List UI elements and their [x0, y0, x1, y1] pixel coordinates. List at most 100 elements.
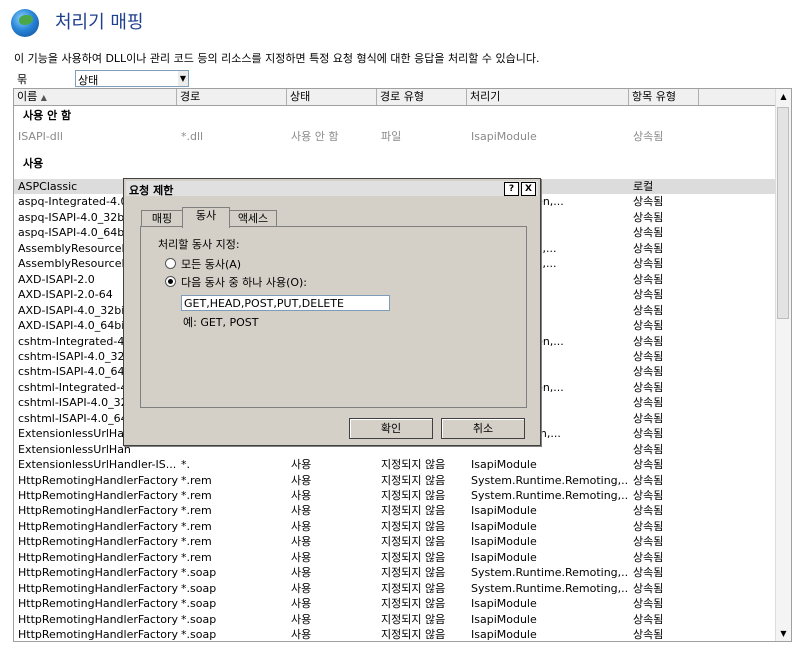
table-cell: HttpRemotingHandlerFactory,... [18, 535, 178, 549]
table-cell: HttpRemotingHandlerFactory,... [18, 597, 178, 611]
table-row[interactable]: HttpRemotingHandlerFactory,... *.rem 사용 지정되… [14, 503, 776, 518]
chevron-down-icon[interactable]: ▼ [178, 71, 188, 86]
tab-mapping[interactable]: 매핑 [141, 210, 183, 227]
table-cell: 상속됨 [633, 458, 664, 472]
radio-one-of-verbs-label[interactable]: 다음 동사 중 하나 사용(O): [181, 274, 307, 290]
table-cell: *.rem [181, 489, 212, 502]
group-header-disabled: 사용 안 함 [23, 109, 72, 122]
table-cell: System.Runtime.Remoting,... [471, 473, 629, 487]
table-cell: 상속됨 [633, 130, 664, 143]
vertical-scrollbar[interactable]: ▲ ▼ [775, 89, 791, 641]
column-header-state[interactable]: 상태 [287, 89, 377, 105]
table-cell: 사용 [291, 489, 312, 502]
close-button[interactable]: X [521, 182, 536, 196]
scroll-thumb[interactable] [777, 107, 789, 319]
page-description: 이 기능을 사용하여 DLL이나 관리 코드 등의 리소스를 지정하면 특정 요… [14, 52, 540, 65]
request-restrictions-dialog: 요청 제한 ? X 매핑 동사 액세스 처리할 동사 지정: 모든 동사(A) … [123, 178, 541, 446]
table-row[interactable]: ExtensionlessUrlHandler-IS... *. 사용 지정되지 않음… [14, 457, 776, 472]
table-cell: 상속됨 [633, 519, 664, 533]
help-button[interactable]: ? [504, 182, 519, 196]
table-cell: 상속됨 [633, 504, 664, 518]
table-cell: 사용 [291, 597, 312, 611]
column-header-entry-type[interactable]: 항목 유형 [629, 89, 699, 105]
table-cell: 사용 안 함 [291, 130, 339, 143]
table-row[interactable]: HttpRemotingHandlerFactory,... *.soap 사용 지정… [14, 612, 776, 627]
table-row[interactable]: ISAPI-dll *.dll 사용 안 함 파일 IsapiModule 상속됨 [14, 129, 776, 144]
table-cell: 사용 [291, 628, 312, 642]
table-cell: 상속됨 [633, 535, 664, 549]
table-cell: 상속됨 [633, 195, 664, 209]
table-cell: 사용 [291, 473, 312, 487]
table-cell: 파일 [381, 130, 402, 143]
table-row[interactable]: HttpRemotingHandlerFactory,... *.soap 사용 지정… [14, 627, 776, 642]
column-header-name[interactable]: 이름 ▲ [14, 89, 177, 105]
table-row[interactable]: HttpRemotingHandlerFactory,... *.soap 사용 지정… [14, 596, 776, 611]
verbs-input[interactable]: GET,HEAD,POST,PUT,DELETE [181, 295, 390, 311]
table-cell: 지정되지 않음 [381, 581, 446, 595]
sort-asc-icon: ▲ [40, 93, 47, 102]
cancel-button[interactable]: 취소 [441, 418, 525, 439]
table-cell: 로컬 [633, 180, 654, 193]
table-cell: 지정되지 않음 [381, 566, 446, 580]
table-cell: 사용 [291, 458, 312, 472]
table-cell: HttpRemotingHandlerFactory,... [18, 489, 178, 502]
radio-all-verbs[interactable] [165, 258, 176, 269]
table-row[interactable]: HttpRemotingHandlerFactory,... *.soap 사용 지정… [14, 581, 776, 596]
table-cell: 상속됨 [633, 210, 664, 224]
table-cell: *.rem [181, 535, 212, 549]
radio-one-of-verbs[interactable] [165, 276, 176, 287]
table-cell: HttpRemotingHandlerFactory,... [18, 519, 178, 533]
group-by-value: 상태 [78, 74, 99, 87]
table-cell: *.soap [181, 612, 217, 626]
column-header-path[interactable]: 경로 [177, 89, 287, 105]
tab-access[interactable]: 액세스 [229, 210, 277, 227]
table-cell: HttpRemotingHandlerFactory,... [18, 473, 178, 487]
table-cell: *.soap [181, 581, 217, 595]
dialog-titlebar: 요청 제한 ? X [126, 181, 538, 197]
table-cell: *.rem [181, 473, 212, 487]
table-cell: 상속됨 [633, 288, 664, 302]
table-cell: IsapiModule [471, 458, 537, 472]
scroll-down-icon[interactable]: ▼ [776, 626, 791, 641]
table-cell: 상속됨 [633, 396, 664, 410]
verbs-example: 예: GET, POST [183, 316, 259, 329]
table-cell: 상속됨 [633, 226, 664, 240]
table-cell: 상속됨 [633, 365, 664, 379]
table-cell: 상속됨 [633, 272, 664, 286]
table-cell: IsapiModule [471, 597, 537, 611]
table-cell: 상속됨 [633, 241, 664, 255]
column-header-path-type[interactable]: 경로 유형 [377, 89, 467, 105]
table-cell: *.rem [181, 550, 212, 564]
table-cell: HttpRemotingHandlerFactory,... [18, 566, 178, 580]
tab-verbs[interactable]: 동사 [182, 207, 230, 228]
globe-icon [11, 9, 39, 37]
table-row[interactable]: HttpRemotingHandlerFactory,... *.rem 사용 지정되… [14, 534, 776, 549]
table-cell: 사용 [291, 612, 312, 626]
table-row[interactable]: HttpRemotingHandlerFactory,... *.rem 사용 지정되… [14, 550, 776, 565]
grid-header: 이름 ▲ 경로 상태 경로 유형 처리기 항목 유형 [14, 89, 776, 106]
table-cell: 상속됨 [633, 427, 664, 441]
table-cell: 상속됨 [633, 380, 664, 394]
table-cell: 지정되지 않음 [381, 473, 446, 487]
table-cell: 사용 [291, 550, 312, 564]
table-row[interactable]: HttpRemotingHandlerFactory,... *.soap 사용 지정… [14, 565, 776, 580]
table-cell: IsapiModule [471, 519, 537, 533]
group-by-select[interactable]: 상태 ▼ [75, 70, 189, 87]
ok-button[interactable]: 확인 [349, 418, 433, 439]
table-cell: IsapiModule [471, 130, 537, 143]
table-cell: System.Runtime.Remoting,... [471, 489, 629, 502]
radio-all-verbs-label[interactable]: 모든 동사(A) [181, 256, 241, 272]
table-row[interactable]: HttpRemotingHandlerFactory,... *.rem 사용 지정되… [14, 488, 776, 503]
scroll-up-icon[interactable]: ▲ [776, 89, 791, 104]
table-cell: ISAPI-dll [18, 130, 63, 143]
table-row[interactable]: HttpRemotingHandlerFactory,... *.rem 사용 지정되… [14, 473, 776, 488]
table-cell: 지정되지 않음 [381, 628, 446, 642]
table-cell: *.soap [181, 628, 217, 642]
verbs-panel: 처리할 동사 지정: 모든 동사(A) 다음 동사 중 하나 사용(O): GE… [140, 226, 527, 408]
table-cell: 상속됨 [633, 473, 664, 487]
table-cell: 사용 [291, 504, 312, 518]
page-header: 처리기 매핑 [0, 0, 800, 46]
column-header-handler[interactable]: 처리기 [467, 89, 629, 105]
table-cell: HttpRemotingHandlerFactory,... [18, 504, 178, 518]
table-row[interactable]: HttpRemotingHandlerFactory,... *.rem 사용 지정되… [14, 519, 776, 534]
